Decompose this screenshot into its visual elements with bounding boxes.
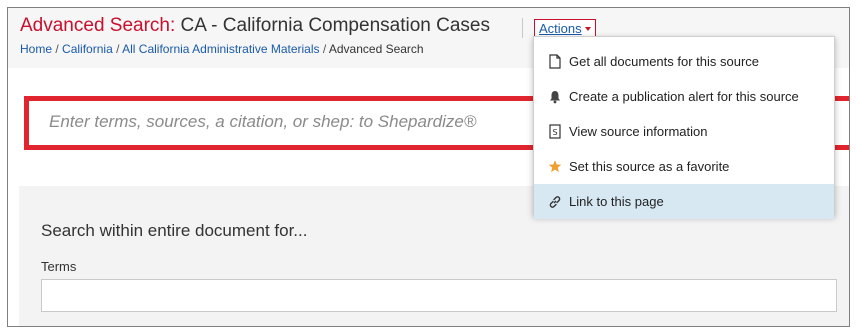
menu-item-label: Create a publication alert for this sour… (569, 89, 799, 104)
terms-input[interactable] (41, 279, 837, 312)
menu-item-publication-alert[interactable]: Create a publication alert for this sour… (534, 79, 834, 114)
menu-item-link-to-page[interactable]: Link to this page (534, 184, 834, 219)
source-info-icon: S (548, 124, 562, 140)
menu-item-get-all-documents[interactable]: Get all documents for this source (534, 44, 834, 79)
panel-title: Search within entire document for... (41, 221, 308, 240)
star-icon (548, 159, 562, 175)
menu-item-label: Get all documents for this source (569, 54, 760, 69)
breadcrumb-california[interactable]: California (62, 42, 113, 56)
menu-item-view-source-info[interactable]: S View source information (534, 114, 834, 149)
caret-down-icon (584, 26, 591, 31)
page-frame: Advanced Search: CA - California Compens… (7, 7, 850, 327)
page-title: Advanced Search: CA - California Compens… (20, 15, 490, 37)
menu-item-label: Link to this page (569, 194, 664, 209)
svg-text:S: S (552, 128, 557, 137)
breadcrumb-home[interactable]: Home (20, 42, 52, 56)
menu-item-label: View source information (569, 124, 708, 139)
breadcrumb-separator: / (55, 42, 59, 56)
source-name: CA - California Compensation Cases (180, 15, 490, 36)
breadcrumb: Home / California / All California Admin… (20, 42, 424, 56)
link-icon (548, 194, 562, 210)
title-divider (522, 18, 523, 38)
breadcrumb-separator: / (116, 42, 120, 56)
document-icon (548, 54, 562, 70)
actions-dropdown-menu: Get all documents for this source Create… (533, 36, 835, 219)
menu-item-label: Set this source as a favorite (569, 159, 730, 174)
terms-label: Terms (41, 259, 77, 274)
breadcrumb-admin-materials[interactable]: All California Administrative Materials (122, 42, 319, 56)
search-placeholder: Enter terms, sources, a citation, or she… (49, 112, 477, 131)
title-prefix: Advanced Search: (20, 15, 176, 36)
breadcrumb-current: Advanced Search (328, 42, 424, 56)
breadcrumb-separator: / (322, 42, 327, 56)
menu-item-set-favorite[interactable]: Set this source as a favorite (534, 149, 834, 184)
bell-icon (548, 89, 562, 105)
actions-label: Actions (539, 21, 582, 36)
